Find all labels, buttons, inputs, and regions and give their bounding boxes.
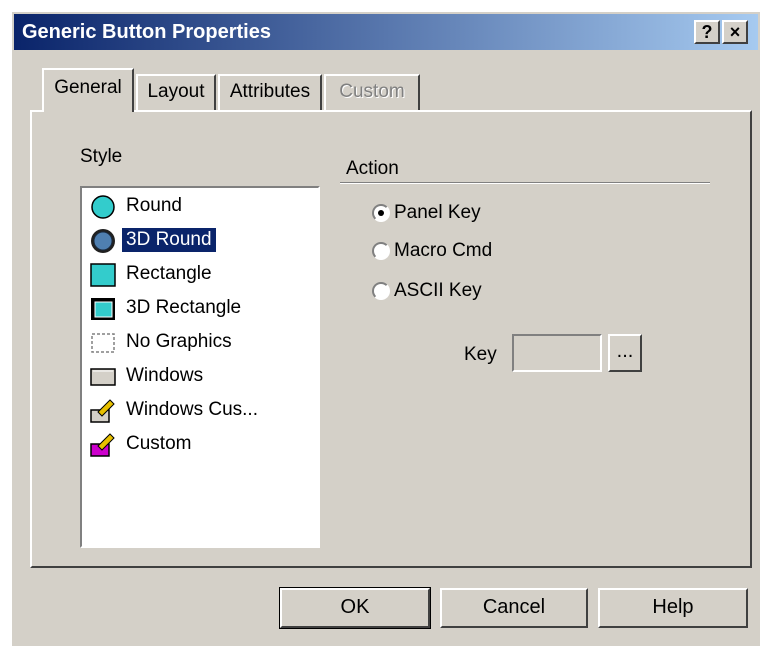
custom-icon bbox=[90, 433, 115, 457]
help-button[interactable]: Help bbox=[598, 588, 748, 628]
tab-custom: Custom bbox=[324, 74, 420, 110]
radio-macro-cmd-label[interactable]: Macro Cmd bbox=[394, 240, 492, 262]
list-item-3d-round[interactable]: 3D Round bbox=[88, 224, 318, 256]
no-graphics-icon bbox=[91, 333, 115, 353]
radio-panel-key[interactable] bbox=[372, 204, 390, 222]
radio-macro-cmd[interactable] bbox=[372, 242, 390, 260]
title-bar[interactable]: Generic Button Properties ? × bbox=[14, 14, 758, 50]
style-listbox[interactable]: Round 3D Round Rectangle 3D Rectangle No… bbox=[80, 186, 320, 548]
tab-general[interactable]: General bbox=[42, 68, 134, 112]
list-item-label: 3D Rectangle bbox=[126, 297, 242, 318]
rectangle-icon bbox=[90, 263, 116, 287]
3d-round-icon bbox=[91, 229, 115, 253]
tab-attributes[interactable]: Attributes bbox=[218, 74, 322, 110]
list-item-label: Windows Cus... bbox=[126, 399, 258, 420]
list-item-label: Custom bbox=[126, 433, 192, 454]
radio-ascii-key[interactable] bbox=[372, 282, 390, 300]
help-title-button[interactable]: ? bbox=[694, 20, 720, 44]
style-label: Style bbox=[80, 146, 123, 167]
list-item-custom[interactable]: Custom bbox=[88, 428, 318, 460]
list-item-label: 3D Round bbox=[122, 228, 216, 252]
list-item-windows-custom[interactable]: Windows Cus... bbox=[88, 394, 318, 426]
list-item-rectangle[interactable]: Rectangle bbox=[88, 258, 318, 290]
window-title: Generic Button Properties bbox=[22, 21, 271, 43]
3d-rectangle-icon bbox=[91, 298, 115, 320]
list-item-round[interactable]: Round bbox=[88, 190, 318, 222]
tab-attributes-label: Attributes bbox=[229, 81, 311, 102]
list-item-3d-rectangle[interactable]: 3D Rectangle bbox=[88, 292, 318, 324]
radio-panel-key-label[interactable]: Panel Key bbox=[394, 202, 481, 224]
action-label: Action bbox=[346, 158, 399, 179]
tab-layout-label: Layout bbox=[147, 81, 205, 102]
tab-layout[interactable]: Layout bbox=[136, 74, 216, 110]
action-group-divider bbox=[340, 182, 710, 184]
list-item-windows[interactable]: Windows bbox=[88, 360, 318, 392]
key-label: Key bbox=[464, 344, 497, 365]
key-browse-button[interactable]: ... bbox=[608, 334, 642, 372]
tab-custom-label: Custom bbox=[339, 81, 405, 102]
close-button[interactable]: × bbox=[722, 20, 748, 44]
windows-custom-icon bbox=[90, 399, 115, 423]
radio-ascii-key-label[interactable]: ASCII Key bbox=[394, 280, 482, 302]
ok-button[interactable]: OK bbox=[279, 587, 431, 629]
list-item-label: Rectangle bbox=[126, 263, 212, 284]
list-item-label: Round bbox=[126, 195, 182, 216]
tab-general-label: General bbox=[54, 77, 122, 98]
windows-icon bbox=[90, 368, 116, 386]
key-field bbox=[512, 334, 602, 372]
properties-dialog: Generic Button Properties ? × General La… bbox=[10, 10, 760, 646]
radio-dot bbox=[378, 210, 384, 216]
round-icon bbox=[91, 195, 115, 219]
list-item-label: No Graphics bbox=[126, 331, 232, 352]
list-item-label: Windows bbox=[126, 365, 204, 386]
list-item-no-graphics[interactable]: No Graphics bbox=[88, 326, 318, 358]
cancel-button[interactable]: Cancel bbox=[440, 588, 588, 628]
